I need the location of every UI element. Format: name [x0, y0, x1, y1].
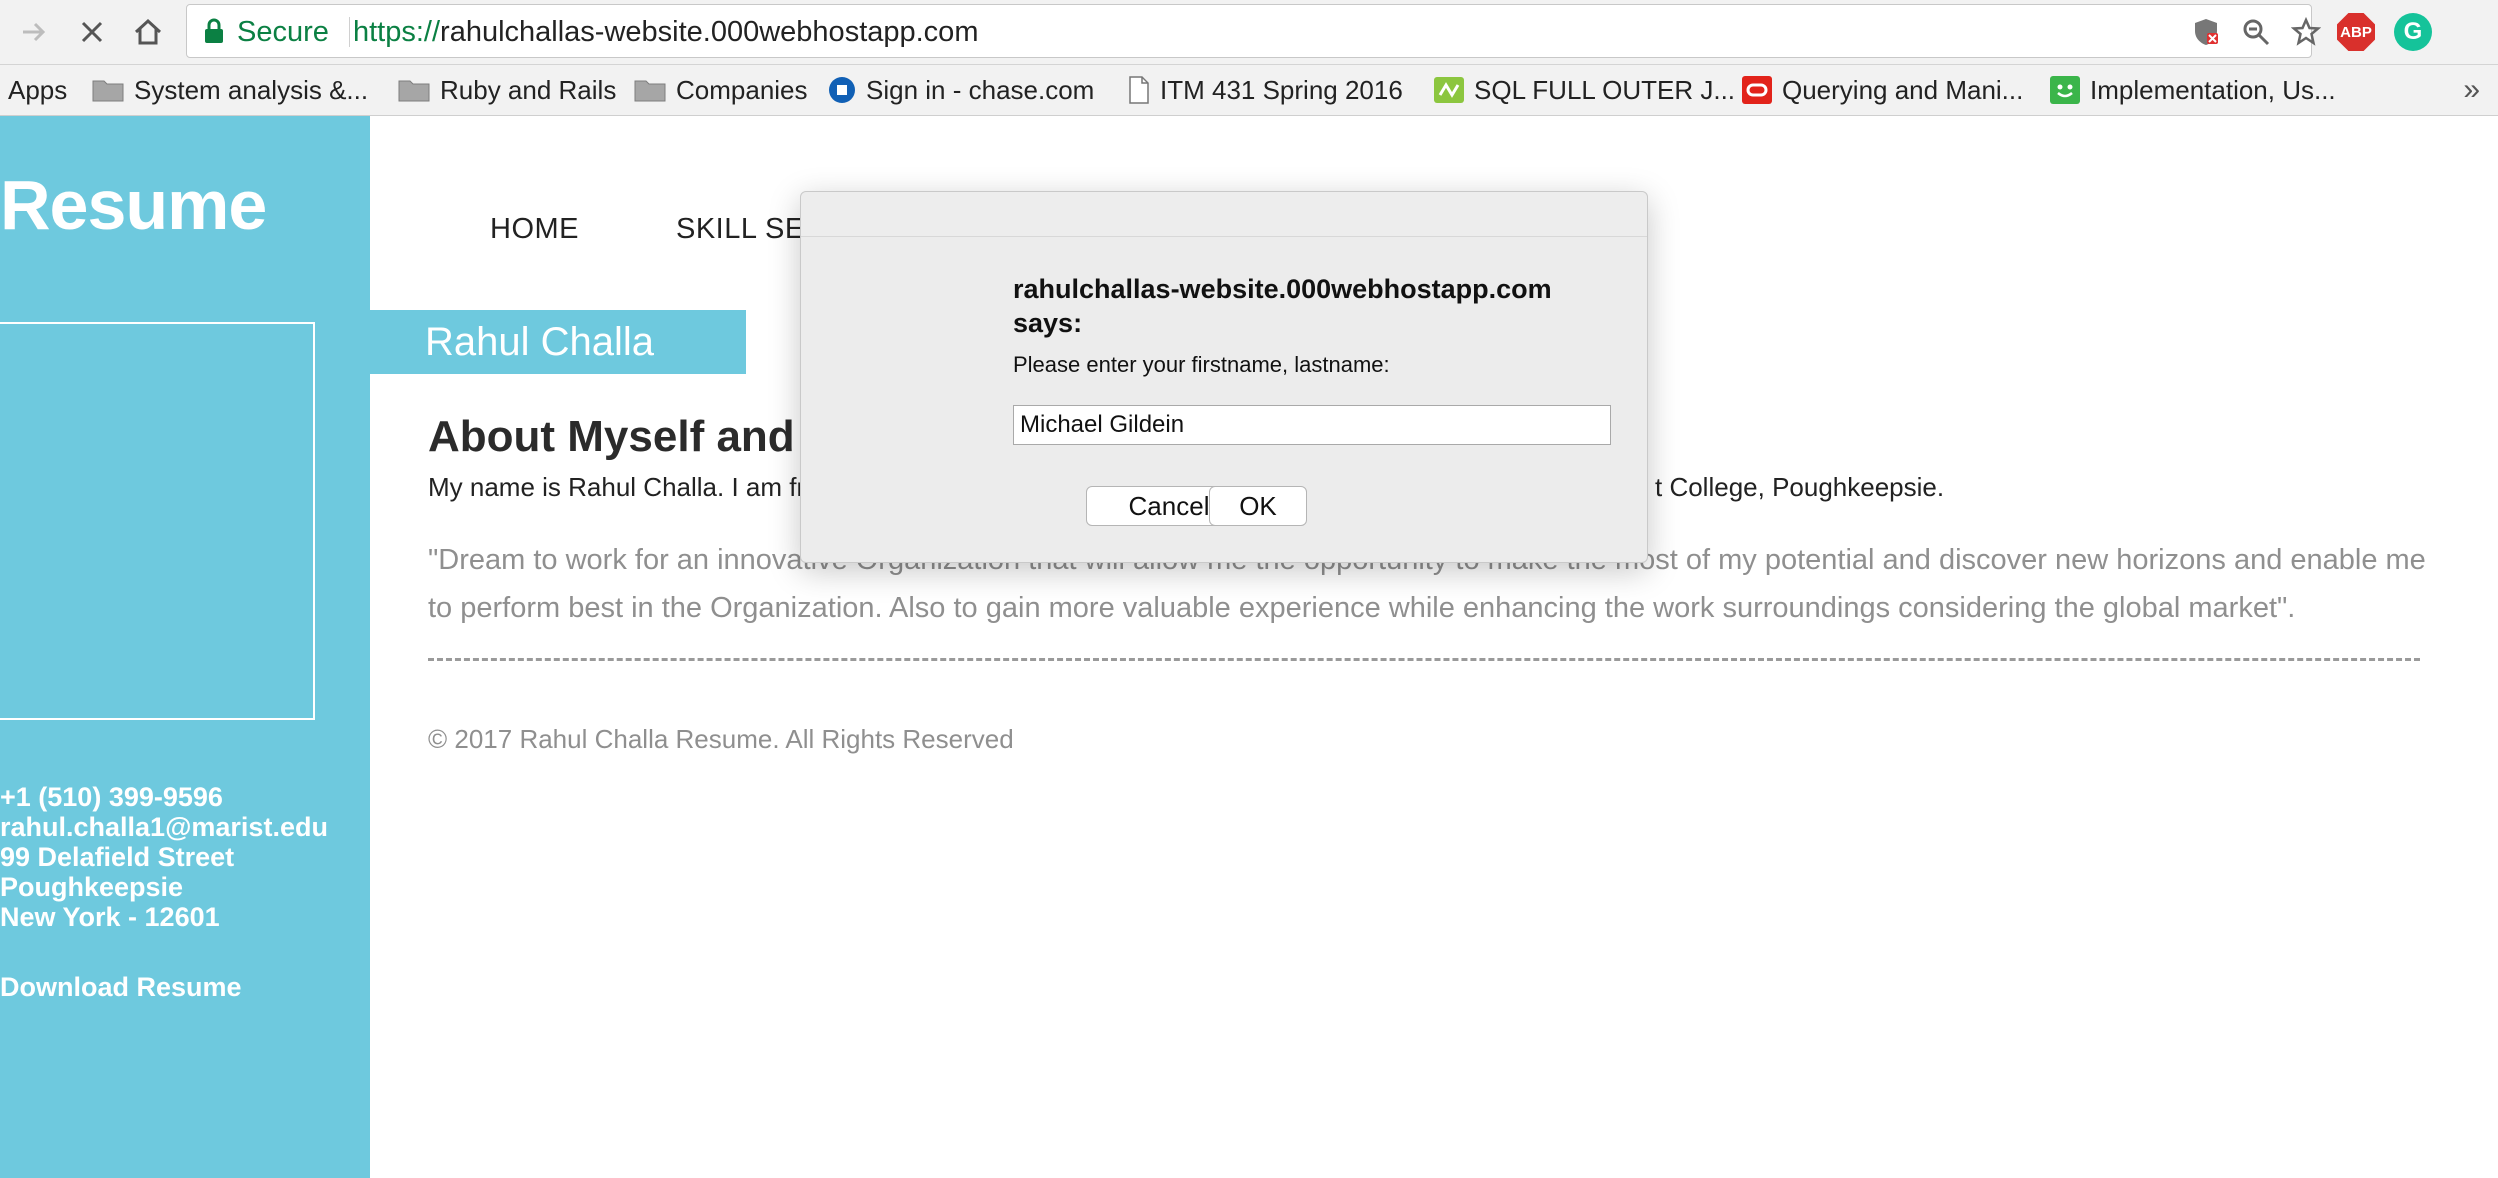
- bookmark-chase[interactable]: Sign in - chase.com: [828, 65, 1094, 115]
- bookmark-apps[interactable]: Apps: [8, 65, 67, 115]
- intro-text-end: t College, Poughkeepsie.: [1655, 472, 1945, 502]
- omnibox-separator: [349, 17, 350, 47]
- star-bookmark-icon[interactable]: [2289, 15, 2323, 49]
- page-icon: [1128, 76, 1150, 104]
- contact-state-zip: New York - 12601: [0, 902, 220, 932]
- bookmark-label: SQL FULL OUTER J...: [1474, 74, 1736, 105]
- dialog-titlebar: [801, 192, 1647, 237]
- secure-label[interactable]: Secure: [237, 5, 329, 59]
- url-text[interactable]: https://rahulchallas-website.000webhosta…: [353, 5, 978, 59]
- forward-icon[interactable]: [14, 12, 54, 52]
- name-banner: Rahul Challa: [370, 310, 746, 374]
- home-icon[interactable]: [128, 12, 168, 52]
- intro-text-start: My name is Rahul Challa. I am fr: [428, 472, 806, 502]
- section-title: About Myself and: [428, 412, 795, 461]
- lock-icon: [201, 17, 227, 45]
- bookmark-label: Sign in - chase.com: [866, 74, 1095, 105]
- bookmark-label: Ruby and Rails: [440, 74, 617, 105]
- contact-street: 99 Delafield Street: [0, 842, 235, 872]
- bookmark-folder-system-analysis[interactable]: System analysis &...: [92, 65, 368, 115]
- contact-info: +1 (510) 399-9596 rahul.challa1@marist.e…: [0, 782, 328, 932]
- url-host: rahulchallas-website.000webhostapp.com: [440, 16, 979, 48]
- bookmark-label: ITM 431 Spring 2016: [1160, 74, 1403, 105]
- name-input-field[interactable]: [1013, 405, 1611, 445]
- bookmark-implementation[interactable]: Implementation, Us...: [2050, 65, 2336, 115]
- bookmark-sql-full-outer[interactable]: SQL FULL OUTER J...: [1434, 65, 1735, 115]
- grammarly-icon[interactable]: G: [2394, 13, 2432, 51]
- download-resume-link[interactable]: Download Resume: [0, 972, 242, 1003]
- more-bookmarks-chevron-icon[interactable]: »: [2463, 65, 2480, 115]
- dialog-message: Please enter your firstname, lastname:: [1013, 352, 1390, 377]
- contact-email[interactable]: rahul.challa1@marist.edu: [0, 812, 328, 842]
- dashed-divider: [428, 658, 2420, 661]
- folder-icon: [92, 78, 124, 102]
- bookmark-label: Companies: [676, 74, 808, 105]
- profile-photo-frame: [0, 322, 315, 720]
- zoom-icon[interactable]: [2239, 15, 2273, 49]
- oracle-icon: [1742, 76, 1772, 104]
- dialog-origin-says: says:: [1013, 308, 1083, 338]
- folder-icon: [634, 78, 666, 102]
- adblock-plus-icon[interactable]: ABP: [2337, 13, 2375, 51]
- site-brand[interactable]: Resume: [0, 170, 267, 240]
- chase-logo-icon: [828, 76, 856, 104]
- bookmark-itm431[interactable]: ITM 431 Spring 2016: [1128, 65, 1403, 115]
- bookmark-label: Implementation, Us...: [2090, 74, 2336, 105]
- dialog-origin-host: rahulchallas-website.000webhostapp.com: [1013, 274, 1552, 304]
- contact-city: Poughkeepsie: [0, 872, 184, 902]
- sql-site-icon: [1434, 77, 1464, 103]
- bookmark-label: Querying and Mani...: [1782, 74, 2024, 105]
- bookmarks-bar: Apps System analysis &... Ruby and Rails…: [0, 65, 2498, 116]
- resume-sidebar: Resume +1 (510) 399-9596 rahul.challa1@m…: [0, 116, 370, 1178]
- bookmark-folder-companies[interactable]: Companies: [634, 65, 808, 115]
- url-scheme: https://: [353, 16, 441, 48]
- folder-icon: [398, 78, 430, 102]
- stop-loading-icon[interactable]: [72, 12, 112, 52]
- bookmark-label: Apps: [8, 74, 68, 105]
- browser-toolbar: Secure https://rahulchallas-website.000w…: [0, 0, 2498, 65]
- js-prompt-dialog: rahulchallas-website.000webhostapp.com s…: [800, 191, 1648, 563]
- copyright-footer: © 2017 Rahul Challa Resume. All Rights R…: [428, 724, 1014, 754]
- bookmark-label: System analysis &...: [134, 74, 369, 105]
- smiley-site-icon: [2050, 76, 2080, 104]
- bookmark-oracle-querying[interactable]: Querying and Mani...: [1742, 65, 2023, 115]
- dialog-origin: rahulchallas-website.000webhostapp.com s…: [1013, 272, 1552, 340]
- blocked-content-shield-icon[interactable]: [2189, 15, 2223, 49]
- ok-button[interactable]: OK: [1209, 486, 1307, 526]
- contact-phone: +1 (510) 399-9596: [0, 782, 223, 812]
- bookmark-folder-ruby-rails[interactable]: Ruby and Rails: [398, 65, 616, 115]
- address-bar[interactable]: Secure https://rahulchallas-website.000w…: [186, 4, 2321, 59]
- nav-skill-set[interactable]: SKILL SE: [676, 213, 805, 246]
- nav-home[interactable]: HOME: [490, 213, 579, 246]
